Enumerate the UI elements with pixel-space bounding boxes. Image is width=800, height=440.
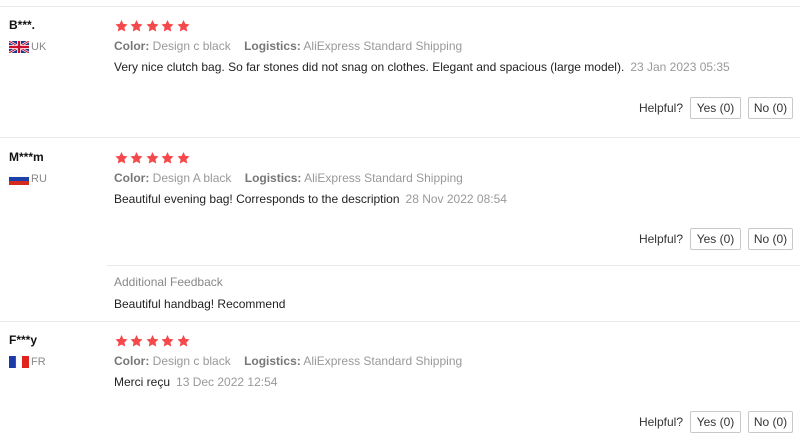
rating-stars — [114, 19, 191, 33]
color-label: Color: — [114, 171, 150, 185]
star-icon — [130, 20, 143, 32]
logistics-value: AliExpress Standard Shipping — [303, 354, 463, 368]
logistics-label: Logistics: — [244, 354, 301, 368]
review-divider — [0, 137, 800, 138]
review-text: Merci reçu — [114, 375, 171, 389]
review-text-line: Beautiful evening bag! Corresponds to th… — [114, 192, 507, 206]
review-text: Beautiful evening bag! Corresponds to th… — [114, 192, 400, 206]
star-icon — [146, 335, 159, 347]
color-value: Design c black — [152, 354, 231, 368]
additional-feedback-divider — [107, 265, 800, 266]
country-code: RU — [31, 173, 47, 185]
country-code: UK — [31, 41, 47, 53]
helpful-yes-button[interactable]: Yes (0) — [690, 97, 741, 119]
star-icon — [161, 152, 174, 164]
reviewer-country: RU — [9, 173, 47, 185]
helpful-controls: Helpful? Yes (0) No (0) — [639, 411, 793, 433]
helpful-no-button[interactable]: No (0) — [748, 97, 793, 119]
color-value: Design c black — [152, 39, 231, 53]
helpful-controls: Helpful? Yes (0) No (0) — [639, 97, 793, 119]
france-flag-icon — [9, 356, 29, 368]
logistics-value: AliExpress Standard Shipping — [303, 39, 463, 53]
reviewer-name: M***m — [9, 150, 44, 164]
rating-stars — [114, 151, 191, 165]
helpful-yes-button[interactable]: Yes (0) — [690, 228, 741, 250]
helpful-yes-button[interactable]: Yes (0) — [690, 411, 741, 433]
reviewer-country: UK — [9, 41, 46, 53]
star-icon — [115, 20, 128, 32]
star-icon — [115, 335, 128, 347]
helpful-label: Helpful? — [638, 101, 683, 115]
helpful-controls: Helpful? Yes (0) No (0) — [639, 228, 793, 250]
star-icon — [146, 20, 159, 32]
country-code: FR — [31, 356, 46, 368]
reviewer-country: FR — [9, 356, 46, 368]
color-label: Color: — [114, 39, 150, 53]
review-text: Very nice clutch bag. So far stones did … — [114, 60, 625, 74]
russia-flag-icon — [9, 173, 29, 185]
star-icon — [177, 20, 190, 32]
star-icon — [161, 20, 174, 32]
uk-flag-icon — [9, 41, 29, 53]
logistics-value: AliExpress Standard Shipping — [304, 171, 463, 185]
review-meta: Color: Design c black Logistics: AliExpr… — [114, 354, 462, 368]
logistics-label: Logistics: — [244, 171, 302, 185]
reviewer-name: B***. — [9, 18, 36, 32]
star-icon — [161, 335, 174, 347]
star-icon — [177, 335, 190, 347]
logistics-label: Logistics: — [244, 39, 301, 53]
helpful-no-button[interactable]: No (0) — [748, 411, 793, 433]
review-meta: Color: Design c black Logistics: AliExpr… — [114, 39, 462, 53]
star-icon — [130, 335, 143, 347]
color-value: Design A black — [152, 171, 232, 185]
star-icon — [130, 152, 143, 164]
star-icon — [146, 152, 159, 164]
star-icon — [177, 152, 190, 164]
review-meta: Color: Design A black Logistics: AliExpr… — [114, 171, 463, 185]
helpful-label: Helpful? — [638, 415, 683, 429]
color-label: Color: — [114, 354, 150, 368]
helpful-label: Helpful? — [638, 232, 683, 246]
review-date: 28 Nov 2022 08:54 — [405, 192, 507, 206]
review-text-line: Very nice clutch bag. So far stones did … — [114, 60, 730, 74]
review-divider — [0, 321, 800, 322]
review-date: 23 Jan 2023 05:35 — [630, 60, 730, 74]
additional-feedback-title: Additional Feedback — [114, 275, 223, 289]
star-icon — [115, 152, 128, 164]
review-text-line: Merci reçu 13 Dec 2022 12:54 — [114, 375, 277, 389]
helpful-no-button[interactable]: No (0) — [748, 228, 793, 250]
reviewer-name: F***y — [9, 333, 38, 347]
rating-stars — [114, 334, 191, 348]
top-divider — [0, 6, 800, 7]
review-date: 13 Dec 2022 12:54 — [176, 375, 278, 389]
additional-feedback-text: Beautiful handbag! Recommend — [114, 297, 286, 311]
